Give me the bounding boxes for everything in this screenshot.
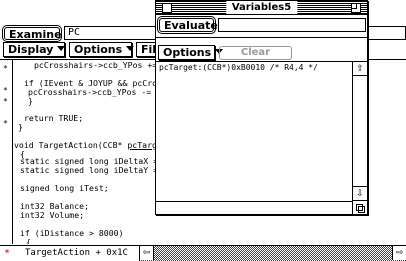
breakpoint-marker[interactable]: *: [3, 118, 8, 129]
vertical-scrollbar[interactable]: ⇧ ⇩: [352, 62, 367, 215]
code-line: signed long iTest;: [20, 183, 109, 193]
zoom-box-icon[interactable]: [351, 3, 361, 13]
horizontal-scrollbar[interactable]: ⇦ ⇨: [139, 246, 406, 261]
evaluate-button[interactable]: Evaluate: [159, 18, 218, 32]
options-menu[interactable]: Options: [69, 42, 135, 57]
scroll-right-icon[interactable]: ⇨: [392, 246, 406, 260]
code-line: if (iDistance > 8000): [20, 228, 124, 238]
resize-icon[interactable]: [352, 200, 367, 214]
breakpoint-marker[interactable]: *: [3, 63, 8, 74]
options-menu-label: Options: [74, 43, 123, 56]
window-titlebar[interactable]: Variables5: [156, 1, 367, 15]
breakpoint-marker[interactable]: *: [3, 96, 8, 107]
code-line: }: [28, 96, 33, 106]
code-text: void TargetAction(CCB*: [14, 140, 128, 150]
expression-field[interactable]: [218, 18, 366, 32]
status-bar: * TargetAction + 0x1C ⇦ ⇨: [0, 245, 406, 261]
scroll-left-icon[interactable]: ⇦: [140, 246, 154, 260]
current-location-marker: *: [4, 248, 11, 259]
close-box-icon[interactable]: [162, 3, 172, 13]
code-line: static signed long iDeltaY =: [20, 165, 159, 175]
code-line: {: [26, 237, 31, 244]
code-line: pcCrosshairs->ccb_YPos +=: [34, 60, 158, 70]
code-line: pcCrosshairs->ccb_YPos -=: [28, 87, 152, 97]
scroll-up-icon[interactable]: ⇧: [353, 62, 367, 76]
breakpoint-marker[interactable]: *: [3, 85, 8, 96]
examine-button[interactable]: Examine: [4, 27, 62, 41]
display-menu[interactable]: Display: [3, 42, 66, 57]
triangle-down-icon: [126, 46, 135, 51]
code-line: }: [18, 122, 23, 132]
window-divider: [156, 201, 353, 202]
options-menu[interactable]: Options: [158, 45, 224, 60]
variables-output[interactable]: pcTarget:(CCB*)0xB0010 /* R4,4 */: [156, 62, 352, 202]
clear-button[interactable]: Clear: [219, 46, 292, 60]
code-line: return TRUE;: [24, 113, 84, 123]
current-function-label: TargetAction + 0x1C: [25, 248, 128, 258]
options-menu-label: Options: [163, 46, 212, 59]
window-title: Variables5: [225, 1, 298, 14]
code-line: int32 Volume;: [20, 210, 85, 220]
scroll-down-icon[interactable]: ⇩: [353, 186, 367, 200]
window-divider: [156, 37, 367, 38]
code-line: void TargetAction(CCB* pcTarge: [14, 140, 162, 151]
variables-window: Variables5 Evaluate Options Clear pcTarg…: [155, 0, 368, 215]
triangle-down-icon: [57, 46, 66, 51]
display-menu-label: Display: [8, 43, 54, 56]
